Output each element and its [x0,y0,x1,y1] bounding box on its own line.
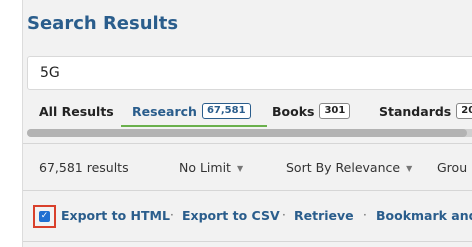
page-title: Search Results [27,13,179,34]
separator-dot: · [282,208,286,222]
divider [23,190,472,191]
limit-dropdown-label: No Limit [179,160,231,175]
results-count: 67,581 results [39,160,129,175]
sort-dropdown-label: Sort By Relevance [286,160,401,175]
chevron-down-icon: ▼ [236,164,244,173]
results-toolbar: 67,581 results No Limit ▼ Sort By Relevan… [23,160,472,178]
retrieve-link[interactable]: Retrieve [294,208,354,223]
active-tab-indicator [121,125,267,127]
tab-label: All Results [39,103,114,119]
scrollbar-thumb[interactable] [27,129,467,137]
tab-research[interactable]: Research 67,581 [132,102,251,120]
bulk-actions-bar: ✓ Export to HTML · Export to CSV · Retri… [23,205,472,229]
select-all-checkbox[interactable]: ✓ [39,211,50,222]
tab-label: Research [132,103,197,119]
separator-dot: · [170,208,174,222]
result-tabs: All Results Research 67,581 Books 301 St… [23,96,472,124]
export-html-link[interactable]: Export to HTML [61,208,170,223]
tab-label: Books [272,103,315,119]
sort-dropdown[interactable]: Sort By Relevance ▼ [286,160,412,175]
tab-label: Standards [379,103,452,119]
export-csv-link[interactable]: Export to CSV [182,208,280,223]
bookmark-link[interactable]: Bookmark and S [376,208,472,223]
tab-standards[interactable]: Standards 20 [379,102,472,120]
tabs-scrollbar[interactable] [27,129,472,137]
divider [23,143,472,144]
group-dropdown[interactable]: Grou [437,160,467,175]
tab-all-results[interactable]: All Results [39,102,114,120]
limit-dropdown[interactable]: No Limit ▼ [179,160,243,175]
tab-books[interactable]: Books 301 [272,102,351,120]
tab-count-badge: 67,581 [201,103,251,119]
divider [23,241,472,242]
tab-count-badge: 301 [319,103,351,119]
group-dropdown-label: Grou [437,160,468,175]
search-input[interactable]: 5G [27,56,472,90]
search-results-panel: Search Results 5G All Results Research 6… [22,0,472,247]
chevron-down-icon: ▼ [406,164,413,173]
separator-dot: · [363,208,367,222]
select-all-checkbox-highlight: ✓ [33,205,56,228]
tab-count-badge: 20 [456,103,472,119]
